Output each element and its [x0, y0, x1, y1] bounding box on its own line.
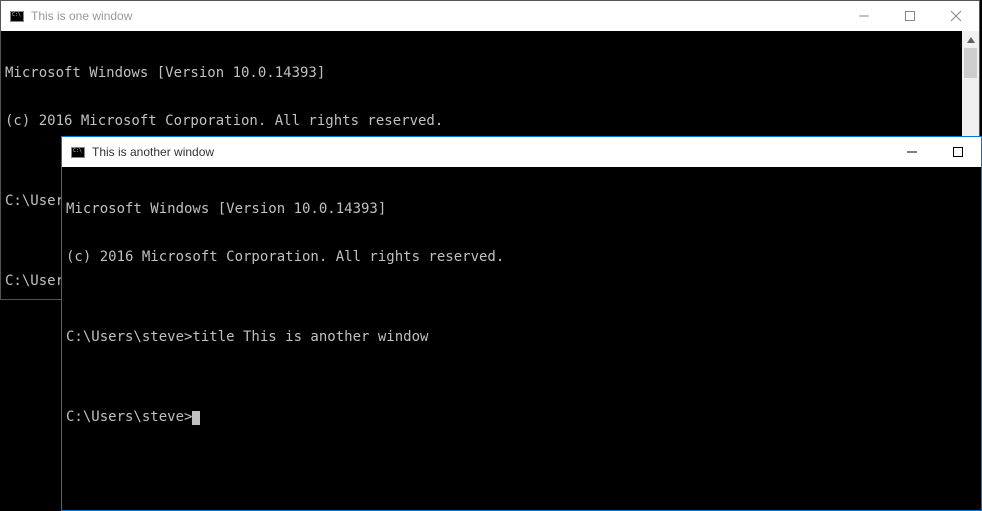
cmd-icon [9, 8, 25, 24]
console-line: (c) 2016 Microsoft Corporation. All righ… [66, 249, 977, 265]
minimize-button[interactable] [889, 137, 935, 167]
console-line: (c) 2016 Microsoft Corporation. All righ… [5, 113, 958, 129]
cmd-icon [70, 144, 86, 160]
titlebar[interactable]: This is one window [1, 1, 979, 31]
maximize-button[interactable] [887, 1, 933, 31]
window-title: This is another window [92, 145, 214, 159]
cmd-window-two[interactable]: This is another window Microsoft Windows… [61, 136, 982, 511]
console-output[interactable]: Microsoft Windows [Version 10.0.14393] (… [62, 167, 981, 510]
scroll-thumb[interactable] [964, 48, 977, 78]
console-line: C:\Users\steve> [66, 409, 192, 425]
text-cursor [192, 411, 200, 425]
console-prompt-line: C:\Users\steve> [66, 409, 977, 425]
maximize-button[interactable] [935, 137, 981, 167]
scroll-up-button[interactable] [962, 31, 979, 48]
titlebar[interactable]: This is another window [62, 137, 981, 167]
console-line: Microsoft Windows [Version 10.0.14393] [66, 201, 977, 217]
console-line: Microsoft Windows [Version 10.0.14393] [5, 65, 958, 81]
close-button[interactable] [933, 1, 979, 31]
window-title: This is one window [31, 9, 132, 23]
minimize-button[interactable] [841, 1, 887, 31]
console-line: C:\Users\steve>title This is another win… [66, 329, 977, 345]
